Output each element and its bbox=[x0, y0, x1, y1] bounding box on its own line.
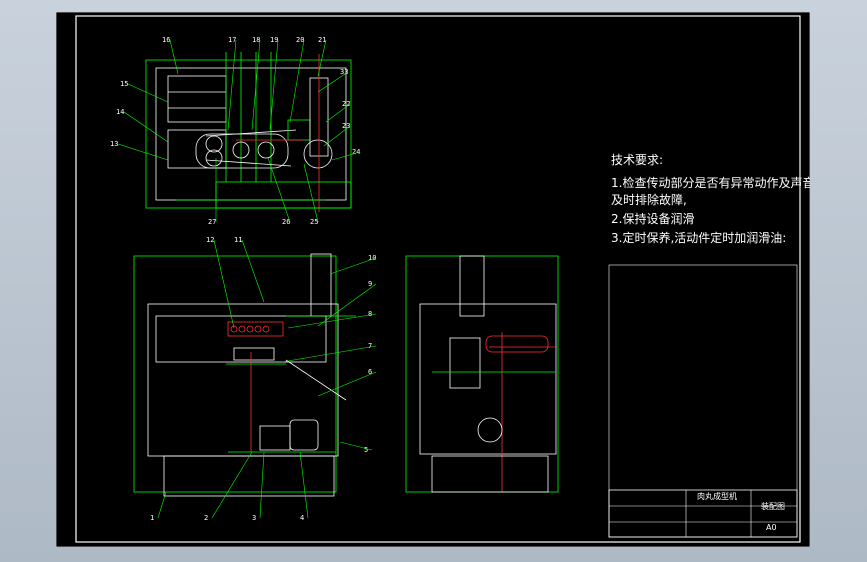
leader-line bbox=[241, 239, 265, 303]
part-number-label: 8 bbox=[368, 310, 372, 318]
part-number-label: 11 bbox=[234, 236, 242, 244]
part-number-label: 17 bbox=[228, 36, 236, 44]
sheet-size: A0 bbox=[766, 523, 777, 532]
leader-line bbox=[317, 71, 349, 93]
part-number-label: 16 bbox=[162, 36, 170, 44]
part-number-label: 12 bbox=[206, 236, 214, 244]
part-number-label: 20 bbox=[296, 36, 304, 44]
cad-viewport[interactable]: 16 17 18 19 20 21 33 15 14 13 22 23 24 25 26 27 12 11 10 9… bbox=[56, 12, 810, 547]
part-number-label: 14 bbox=[116, 108, 124, 116]
part-number-label: 2 bbox=[204, 514, 208, 522]
leader-line bbox=[299, 451, 309, 519]
part-number-label: 7 bbox=[368, 342, 372, 350]
leader-line bbox=[281, 345, 377, 363]
part-number-label: 18 bbox=[252, 36, 260, 44]
top-view-labels: 16 17 18 19 20 2133151413222324252627 bbox=[110, 36, 360, 226]
leader-line bbox=[127, 83, 169, 103]
leader-line bbox=[303, 163, 319, 223]
leader-line bbox=[227, 39, 237, 131]
leader-line bbox=[157, 491, 167, 519]
leader-line bbox=[169, 39, 179, 75]
leader-line bbox=[267, 157, 291, 223]
leader-line bbox=[317, 283, 377, 327]
leader-line bbox=[117, 143, 169, 161]
tech-req-item: 及时排除故障, bbox=[611, 192, 687, 207]
tech-req-item: 1.检查传动部分是否有异常动作及声音, bbox=[611, 175, 810, 190]
tech-req-item: 2.保持设备润滑 bbox=[611, 211, 694, 226]
technical-requirements: 技术要求: 1.检查传动部分是否有异常动作及声音, 及时排除故障, 2.保持设备… bbox=[611, 153, 810, 245]
leader-line bbox=[289, 39, 305, 123]
title-block: 肉丸成型机 装配图 A0 bbox=[608, 489, 798, 538]
leader-line bbox=[329, 257, 377, 275]
front-view bbox=[133, 253, 356, 497]
part-number-label: 15 bbox=[120, 80, 128, 88]
leader-line bbox=[213, 239, 235, 329]
part-number-label: 27 bbox=[208, 218, 216, 226]
front-view-labels: 12 1110987651 2 3 4 bbox=[150, 236, 376, 522]
part-number-label: 13 bbox=[110, 140, 118, 148]
tech-req-item: 3.定时保养,活动件定时加润滑油: bbox=[611, 230, 786, 245]
part-number-label: 5 bbox=[364, 446, 368, 454]
part-number-label: 19 bbox=[270, 36, 278, 44]
part-number-label: 1 bbox=[150, 514, 154, 522]
drawing-type: 装配图 bbox=[761, 501, 785, 511]
part-number-label: 4 bbox=[300, 514, 304, 522]
assembly-drawing: 16 17 18 19 20 2133151413222324252627 12 11109… bbox=[56, 12, 810, 547]
part-number-label: 3 bbox=[252, 514, 256, 522]
inner-frame bbox=[75, 15, 801, 543]
side-view bbox=[405, 255, 559, 493]
leader-line bbox=[317, 371, 377, 397]
title-text: 肉丸成型机 bbox=[697, 491, 737, 501]
leader-line bbox=[211, 451, 253, 519]
part-number-label: 9 bbox=[368, 280, 372, 288]
tech-req-heading: 技术要求: bbox=[611, 153, 663, 167]
top-view bbox=[145, 52, 352, 212]
leader-line bbox=[259, 451, 265, 519]
